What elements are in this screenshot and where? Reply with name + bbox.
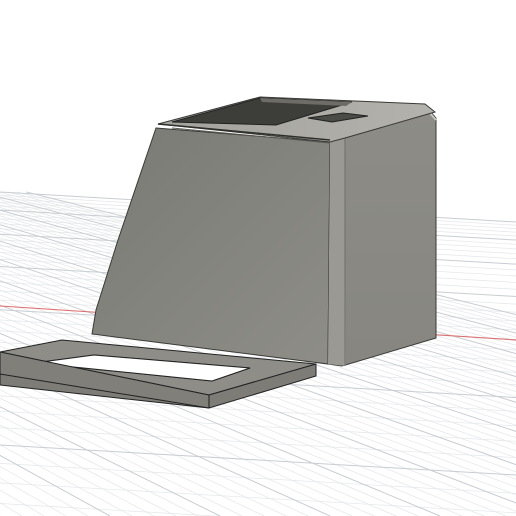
grid-major-line — [0, 444, 516, 476]
enclosure-rounded-edge — [328, 132, 346, 366]
grid-minor-line — [0, 395, 516, 427]
grid-minor-line — [0, 427, 516, 458]
cad-3d-viewport[interactable] — [0, 0, 516, 516]
enclosure-sloped-face[interactable] — [91, 127, 331, 365]
grid-minor-line — [0, 463, 516, 494]
enclosure-body[interactable] — [91, 96, 437, 367]
model-canvas[interactable] — [0, 0, 516, 516]
